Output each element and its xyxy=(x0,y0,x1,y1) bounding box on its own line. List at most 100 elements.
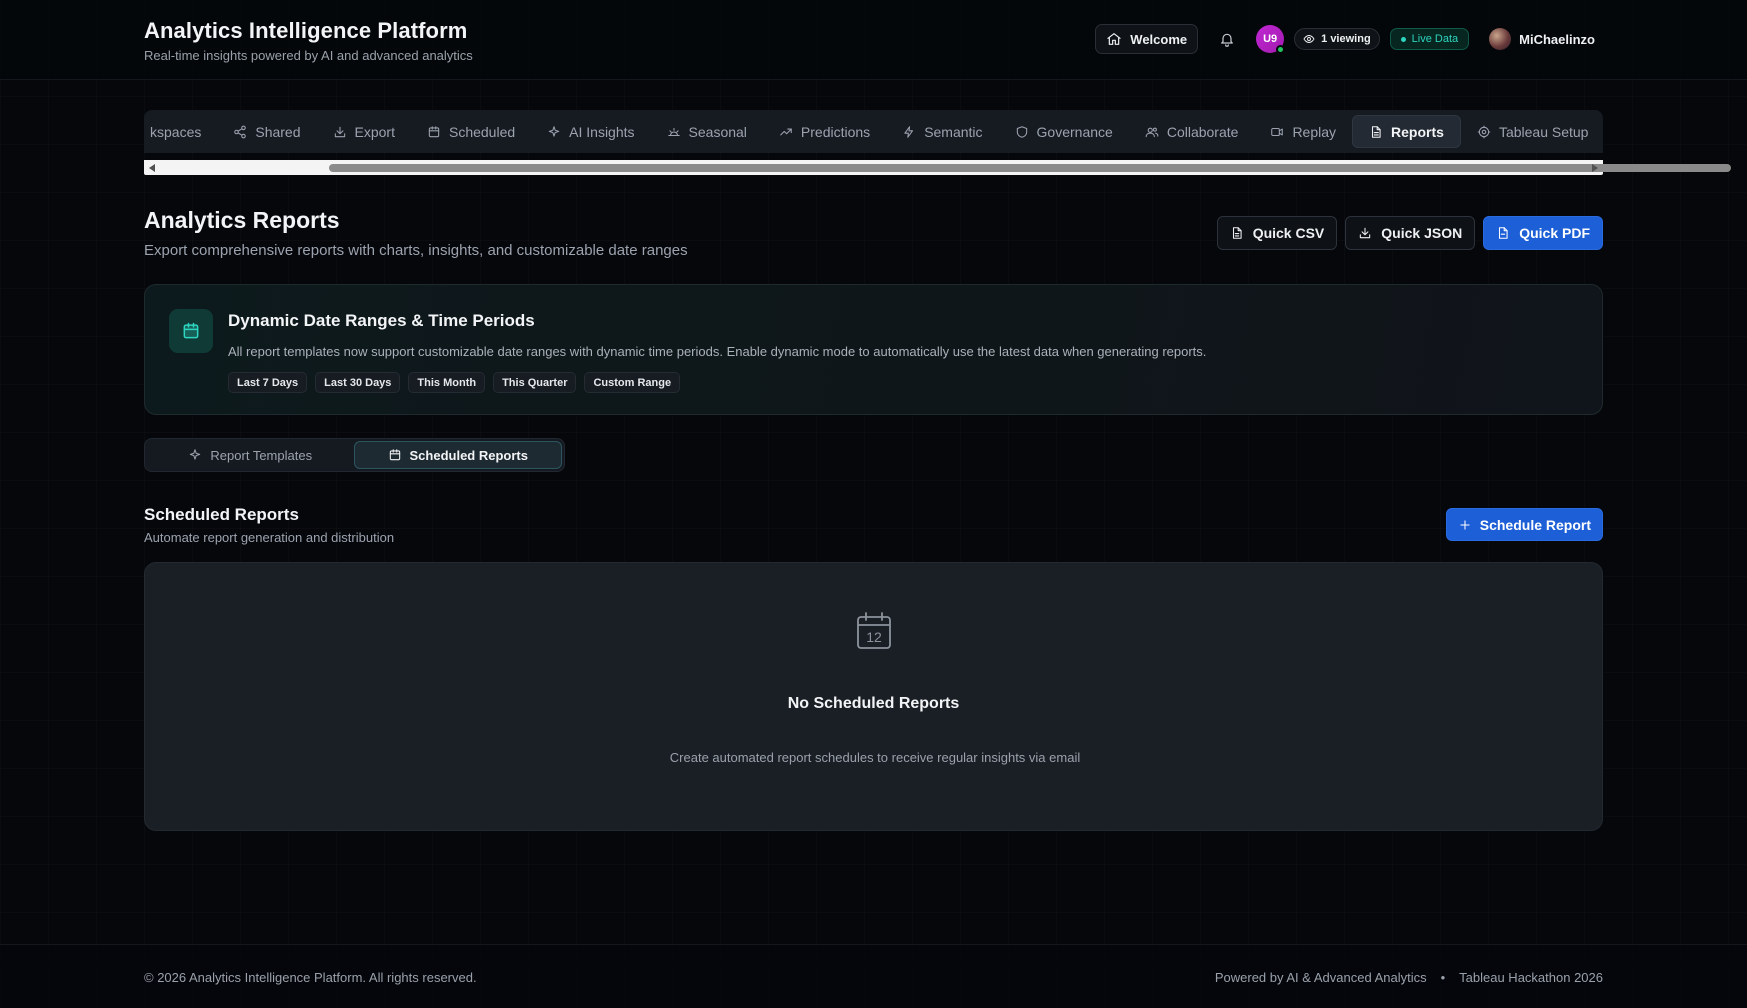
plus-icon xyxy=(1458,518,1472,532)
tab-label: AI Insights xyxy=(569,123,635,140)
brand: Analytics Intelligence Platform Real-tim… xyxy=(144,18,473,63)
quick-export-actions: Quick CSV Quick JSON Quick PDF xyxy=(1216,216,1603,250)
tab-label: Collaborate xyxy=(1166,123,1239,140)
chip-this-month: This Month xyxy=(408,372,486,393)
user-menu[interactable]: MiChaelinzo xyxy=(1489,28,1595,50)
schedule-report-button[interactable]: Schedule Report xyxy=(1445,508,1603,541)
users-icon xyxy=(1145,125,1159,139)
eye-icon xyxy=(1303,33,1315,45)
tab-semantic[interactable]: Semantic xyxy=(886,115,998,148)
scheduled-reports-tab[interactable]: Scheduled Reports xyxy=(353,441,562,469)
username: MiChaelinzo xyxy=(1519,31,1595,47)
scroll-left-icon[interactable] xyxy=(149,164,155,172)
welcome-label: Welcome xyxy=(1130,31,1188,47)
calendar-icon xyxy=(427,125,441,139)
share-icon xyxy=(233,125,247,139)
file-icon xyxy=(1369,125,1383,139)
notifications-button[interactable] xyxy=(1212,24,1242,54)
copyright: © 2026 Analytics Intelligence Platform. … xyxy=(144,970,477,985)
video-icon xyxy=(1270,125,1284,139)
event-name: Tableau Hackathon 2026 xyxy=(1459,970,1603,985)
scroll-right-icon[interactable] xyxy=(1592,164,1598,172)
scheduled-reports-label: Scheduled Reports xyxy=(409,447,528,463)
tab-label: Governance xyxy=(1036,123,1113,140)
date-ranges-info-card: Dynamic Date Ranges & Time Periods All r… xyxy=(144,284,1603,415)
calendar-icon: 12 xyxy=(855,611,893,651)
tab-ai-insights[interactable]: AI Insights xyxy=(531,115,650,148)
calendar-icon xyxy=(388,448,402,462)
gear-icon xyxy=(1477,125,1491,139)
powered-by: Powered by AI & Advanced Analytics xyxy=(1214,970,1427,985)
tab-governance[interactable]: Governance xyxy=(999,115,1129,148)
sun-icon xyxy=(667,125,681,139)
header-actions: Welcome U9 1 viewing Live Data MiChaelin… xyxy=(1095,24,1595,54)
live-label: Live Data xyxy=(1411,33,1459,45)
report-templates-label: Report Templates xyxy=(210,447,313,463)
tab-bar: kspaces Shared Export Scheduled AI Insig… xyxy=(144,110,1603,153)
presence-avatar[interactable]: U9 xyxy=(1256,25,1286,54)
quick-csv-label: Quick CSV xyxy=(1252,225,1325,241)
tab-seasonal[interactable]: Seasonal xyxy=(651,115,763,148)
chip-last-30-days: Last 30 Days xyxy=(315,372,401,393)
footer: © 2026 Analytics Intelligence Platform. … xyxy=(0,944,1747,1008)
footer-separator: • xyxy=(1440,970,1446,985)
tab-shared[interactable]: Shared xyxy=(217,115,316,148)
tab-label: kspaces xyxy=(150,123,202,140)
tab-label: Tableau Setup xyxy=(1498,123,1589,140)
tab-label: Shared xyxy=(255,123,301,140)
download-icon xyxy=(1358,226,1372,240)
report-view-toggle: Report Templates Scheduled Reports xyxy=(144,438,565,472)
sparkle-icon xyxy=(547,125,561,139)
quick-csv-button[interactable]: Quick CSV xyxy=(1216,216,1338,250)
tab-collaborate[interactable]: Collaborate xyxy=(1129,115,1255,148)
sparkle-icon xyxy=(188,448,202,462)
viewers-badge: 1 viewing xyxy=(1294,28,1380,50)
file-spreadsheet-icon xyxy=(1230,226,1244,240)
footer-links: Powered by AI & Advanced Analytics • Tab… xyxy=(1215,970,1603,985)
live-dot-icon xyxy=(1400,36,1406,42)
file-pdf-icon xyxy=(1496,226,1510,240)
info-card-title: Dynamic Date Ranges & Time Periods xyxy=(228,311,535,330)
quick-pdf-button[interactable]: Quick PDF xyxy=(1483,216,1603,250)
tab-label: Seasonal xyxy=(688,123,747,140)
live-data-badge: Live Data xyxy=(1389,28,1470,50)
schedule-report-label: Schedule Report xyxy=(1479,516,1591,533)
tab-list: kspaces Shared Export Scheduled AI Insig… xyxy=(144,110,1603,153)
tab-tableau-setup[interactable]: Tableau Setup xyxy=(1461,115,1603,148)
online-indicator xyxy=(1276,45,1286,54)
chip-this-quarter: This Quarter xyxy=(493,372,577,393)
user-avatar xyxy=(1489,28,1512,50)
chip-custom-range: Custom Range xyxy=(584,372,681,393)
app-title: Analytics Intelligence Platform xyxy=(144,18,468,43)
page-subtitle: Export comprehensive reports with charts… xyxy=(144,242,688,259)
app-header: Analytics Intelligence Platform Real-tim… xyxy=(0,0,1747,80)
report-templates-tab[interactable]: Report Templates xyxy=(147,441,354,469)
avatar-initials: U9 xyxy=(1263,33,1278,45)
tab-label: Predictions xyxy=(800,123,871,140)
home-icon xyxy=(1106,31,1122,47)
tab-predictions[interactable]: Predictions xyxy=(763,115,886,148)
tab-scrollbar[interactable] xyxy=(144,160,1731,175)
bell-icon xyxy=(1219,31,1235,47)
tab-scheduled[interactable]: Scheduled xyxy=(411,115,531,148)
scrollbar-thumb[interactable] xyxy=(329,164,1731,172)
welcome-button[interactable]: Welcome xyxy=(1095,24,1199,54)
trend-up-icon xyxy=(779,125,793,139)
empty-state-title: No Scheduled Reports xyxy=(787,695,960,712)
tab-workspaces[interactable]: kspaces xyxy=(144,115,217,148)
empty-state-text: Create automated report schedules to rec… xyxy=(669,750,1081,765)
info-card-text: All report templates now support customi… xyxy=(228,344,1207,359)
tab-replay[interactable]: Replay xyxy=(1254,115,1352,148)
tab-label: Replay xyxy=(1292,123,1337,140)
shield-icon xyxy=(1015,125,1029,139)
date-range-chips: Last 7 Days Last 30 Days This Month This… xyxy=(228,372,681,393)
calendar-day: 12 xyxy=(866,629,882,645)
tab-label: Scheduled xyxy=(448,123,516,140)
tab-reports[interactable]: Reports xyxy=(1352,115,1461,148)
empty-state: 12 No Scheduled Reports Create automated… xyxy=(144,562,1603,831)
tab-export[interactable]: Export xyxy=(317,115,411,148)
quick-json-button[interactable]: Quick JSON xyxy=(1345,216,1476,250)
page-title: Analytics Reports xyxy=(144,207,340,233)
viewers-label: 1 viewing xyxy=(1321,33,1371,45)
chip-last-7-days: Last 7 Days xyxy=(228,372,308,393)
